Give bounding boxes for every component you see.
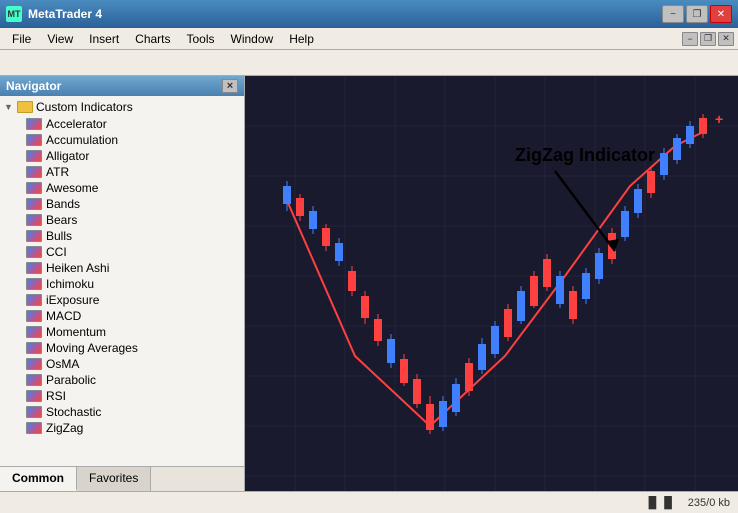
navigator-header: Navigator × (0, 76, 244, 96)
status-bar: ▐▌▐▌ 235/0 kb (0, 491, 738, 513)
navigator-panel: Navigator × ▼ Custom Indicators Accelera… (0, 76, 245, 491)
indicator-icon (26, 214, 42, 226)
nav-item-alligator[interactable]: Alligator (0, 148, 244, 164)
indicator-icon (26, 198, 42, 210)
indicator-icon (26, 358, 42, 370)
indicator-icon (26, 182, 42, 194)
menu-view[interactable]: View (39, 30, 81, 48)
nav-tree[interactable]: ▼ Custom Indicators Accelerator Accumula… (0, 96, 244, 466)
nav-item-bears[interactable]: Bears (0, 212, 244, 228)
indicator-icon (26, 326, 42, 338)
menu-tools[interactable]: Tools (179, 30, 223, 48)
indicator-icon (26, 230, 42, 242)
indicator-icon (26, 310, 42, 322)
nav-item-macd[interactable]: MACD (0, 308, 244, 324)
nav-item-parabolic[interactable]: Parabolic (0, 372, 244, 388)
nav-item-bands[interactable]: Bands (0, 196, 244, 212)
title-bar-left: MT MetaTrader 4 (6, 6, 102, 22)
nav-item-cci[interactable]: CCI (0, 244, 244, 260)
main-layout: Navigator × ▼ Custom Indicators Accelera… (0, 76, 738, 491)
custom-indicators-label: Custom Indicators (36, 100, 133, 114)
nav-item-accumulation[interactable]: Accumulation (0, 132, 244, 148)
indicator-icon (26, 262, 42, 274)
chart-svg: + ZigZag Indicator (245, 76, 738, 491)
toolbar (0, 50, 738, 76)
indicator-icon (26, 166, 42, 178)
inner-close-button[interactable]: ✕ (718, 32, 734, 46)
title-bar: MT MetaTrader 4 − ❐ ✕ (0, 0, 738, 28)
nav-item-bulls[interactable]: Bulls (0, 228, 244, 244)
svg-text:+: + (715, 111, 723, 127)
inner-restore-button[interactable]: ❐ (700, 32, 716, 46)
inner-window-controls: − ❐ ✕ (682, 32, 734, 46)
app-icon: MT (6, 6, 22, 22)
indicator-icon (26, 422, 42, 434)
nav-item-heiken-ashi[interactable]: Heiken Ashi (0, 260, 244, 276)
chart-area[interactable]: + ZigZag Indicator (245, 76, 738, 491)
menu-window[interactable]: Window (223, 30, 282, 48)
indicator-icon (26, 374, 42, 386)
nav-item-accelerator[interactable]: Accelerator (0, 116, 244, 132)
nav-item-iexposure[interactable]: iExposure (0, 292, 244, 308)
indicator-icon (26, 134, 42, 146)
indicator-icon (26, 118, 42, 130)
nav-section-custom-indicators[interactable]: ▼ Custom Indicators (0, 98, 244, 116)
nav-item-osma[interactable]: OsMA (0, 356, 244, 372)
nav-item-rsi[interactable]: RSI (0, 388, 244, 404)
close-button[interactable]: ✕ (710, 5, 732, 23)
tab-favorites[interactable]: Favorites (77, 467, 151, 491)
nav-item-stochastic[interactable]: Stochastic (0, 404, 244, 420)
menu-bar: File View Insert Charts Tools Window Hel… (0, 28, 738, 50)
nav-item-ichimoku[interactable]: Ichimoku (0, 276, 244, 292)
expand-icon: ▼ (4, 102, 14, 112)
folder-icon (17, 101, 33, 113)
menu-file[interactable]: File (4, 30, 39, 48)
nav-item-atr[interactable]: ATR (0, 164, 244, 180)
minimize-button[interactable]: − (662, 5, 684, 23)
nav-item-moving-averages[interactable]: Moving Averages (0, 340, 244, 356)
navigator-close-button[interactable]: × (222, 79, 238, 93)
indicator-icon (26, 150, 42, 162)
status-indicator: ▐▌▐▌ (645, 497, 676, 509)
nav-item-awesome[interactable]: Awesome (0, 180, 244, 196)
nav-tabs: Common Favorites (0, 466, 244, 491)
navigator-title: Navigator (6, 79, 61, 93)
title-bar-title: MetaTrader 4 (28, 7, 102, 21)
tab-common[interactable]: Common (0, 467, 77, 491)
menu-charts[interactable]: Charts (127, 30, 178, 48)
indicator-icon (26, 390, 42, 402)
title-bar-controls: − ❐ ✕ (662, 5, 732, 23)
nav-item-zigzag[interactable]: ZigZag (0, 420, 244, 436)
restore-button[interactable]: ❐ (686, 5, 708, 23)
indicator-icon (26, 294, 42, 306)
status-memory: 235/0 kb (688, 497, 730, 509)
indicator-icon (26, 406, 42, 418)
indicator-icon (26, 246, 42, 258)
nav-item-momentum[interactable]: Momentum (0, 324, 244, 340)
menu-insert[interactable]: Insert (81, 30, 127, 48)
indicator-icon (26, 278, 42, 290)
inner-minimize-button[interactable]: − (682, 32, 698, 46)
indicator-icon (26, 342, 42, 354)
menu-help[interactable]: Help (281, 30, 322, 48)
svg-text:ZigZag Indicator: ZigZag Indicator (515, 145, 655, 165)
